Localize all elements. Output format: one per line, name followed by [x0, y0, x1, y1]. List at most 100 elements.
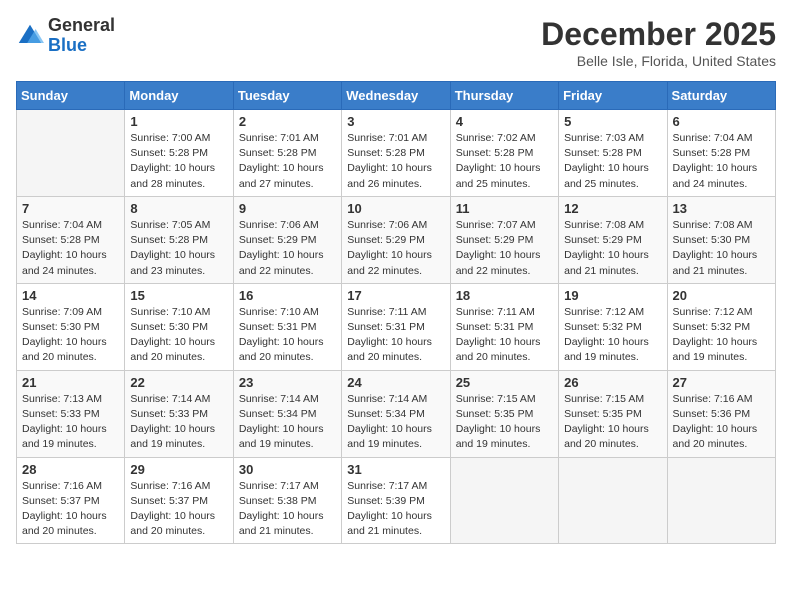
- calendar-day-cell: 22Sunrise: 7:14 AMSunset: 5:33 PMDayligh…: [125, 370, 233, 457]
- location-text: Belle Isle, Florida, United States: [541, 53, 776, 69]
- title-block: December 2025 Belle Isle, Florida, Unite…: [541, 16, 776, 69]
- day-info: Sunrise: 7:14 AMSunset: 5:34 PMDaylight:…: [239, 392, 336, 453]
- day-info: Sunrise: 7:16 AMSunset: 5:37 PMDaylight:…: [130, 479, 227, 540]
- logo-general-text: General: [48, 15, 115, 35]
- day-number: 27: [673, 375, 770, 390]
- day-info: Sunrise: 7:04 AMSunset: 5:28 PMDaylight:…: [22, 218, 119, 279]
- day-of-week-header: Thursday: [450, 82, 558, 110]
- day-of-week-header: Monday: [125, 82, 233, 110]
- day-number: 30: [239, 462, 336, 477]
- day-number: 19: [564, 288, 661, 303]
- day-info: Sunrise: 7:17 AMSunset: 5:39 PMDaylight:…: [347, 479, 444, 540]
- calendar-day-cell: 14Sunrise: 7:09 AMSunset: 5:30 PMDayligh…: [17, 283, 125, 370]
- day-number: 15: [130, 288, 227, 303]
- day-number: 5: [564, 114, 661, 129]
- day-number: 24: [347, 375, 444, 390]
- month-title: December 2025: [541, 16, 776, 53]
- day-info: Sunrise: 7:07 AMSunset: 5:29 PMDaylight:…: [456, 218, 553, 279]
- day-info: Sunrise: 7:15 AMSunset: 5:35 PMDaylight:…: [456, 392, 553, 453]
- day-number: 29: [130, 462, 227, 477]
- calendar-day-cell: 26 Sunrise: 7:15 AMSunset: 5:35 PMDayligh…: [559, 370, 667, 457]
- calendar-day-cell: 29 Sunrise: 7:16 AMSunset: 5:37 PMDayligh…: [125, 457, 233, 544]
- calendar-day-cell: 3 Sunrise: 7:01 AMSunset: 5:28 PMDaylight…: [342, 110, 450, 197]
- day-number: 16: [239, 288, 336, 303]
- day-info: Sunrise: 7:11 AMSunset: 5:31 PMDaylight:…: [456, 305, 553, 366]
- day-number: 10: [347, 201, 444, 216]
- day-info: Sunrise: 7:06 AMSunset: 5:29 PMDaylight:…: [239, 218, 336, 279]
- day-number: 26: [564, 375, 661, 390]
- calendar-day-cell: 23 Sunrise: 7:14 AMSunset: 5:34 PMDayligh…: [233, 370, 341, 457]
- day-info: Sunrise: 7:08 AMSunset: 5:30 PMDaylight:…: [673, 218, 770, 279]
- day-of-week-header: Wednesday: [342, 82, 450, 110]
- calendar-day-cell: 7 Sunrise: 7:04 AMSunset: 5:28 PMDaylight…: [17, 196, 125, 283]
- calendar-day-cell: 6 Sunrise: 7:04 AMSunset: 5:28 PMDaylight…: [667, 110, 775, 197]
- day-info: Sunrise: 7:02 AMSunset: 5:28 PMDaylight:…: [456, 131, 553, 192]
- calendar-week-row: 7 Sunrise: 7:04 AMSunset: 5:28 PMDaylight…: [17, 196, 776, 283]
- day-info: Sunrise: 7:04 AMSunset: 5:28 PMDaylight:…: [673, 131, 770, 192]
- logo-blue-text: Blue: [48, 35, 87, 55]
- calendar-day-cell: 19Sunrise: 7:12 AMSunset: 5:32 PMDayligh…: [559, 283, 667, 370]
- day-of-week-header: Saturday: [667, 82, 775, 110]
- calendar-day-cell: 10Sunrise: 7:06 AMSunset: 5:29 PMDayligh…: [342, 196, 450, 283]
- day-info: Sunrise: 7:05 AMSunset: 5:28 PMDaylight:…: [130, 218, 227, 279]
- calendar-day-cell: 31 Sunrise: 7:17 AMSunset: 5:39 PMDayligh…: [342, 457, 450, 544]
- day-number: 23: [239, 375, 336, 390]
- day-number: 13: [673, 201, 770, 216]
- day-of-week-header: Tuesday: [233, 82, 341, 110]
- page-header: General Blue December 2025 Belle Isle, F…: [16, 16, 776, 69]
- calendar-header-row: SundayMondayTuesdayWednesdayThursdayFrid…: [17, 82, 776, 110]
- day-number: 20: [673, 288, 770, 303]
- logo: General Blue: [16, 16, 115, 56]
- day-info: Sunrise: 7:15 AMSunset: 5:35 PMDaylight:…: [564, 392, 661, 453]
- calendar-day-cell: 11 Sunrise: 7:07 AMSunset: 5:29 PMDayligh…: [450, 196, 558, 283]
- day-number: 2: [239, 114, 336, 129]
- day-info: Sunrise: 7:16 AMSunset: 5:36 PMDaylight:…: [673, 392, 770, 453]
- day-info: Sunrise: 7:01 AMSunset: 5:28 PMDaylight:…: [347, 131, 444, 192]
- day-info: Sunrise: 7:12 AMSunset: 5:32 PMDaylight:…: [673, 305, 770, 366]
- day-of-week-header: Friday: [559, 82, 667, 110]
- calendar-day-cell: 1 Sunrise: 7:00 AMSunset: 5:28 PMDaylight…: [125, 110, 233, 197]
- day-number: 6: [673, 114, 770, 129]
- calendar-day-cell: 12 Sunrise: 7:08 AMSunset: 5:29 PMDayligh…: [559, 196, 667, 283]
- calendar-day-cell: 8Sunrise: 7:05 AMSunset: 5:28 PMDaylight…: [125, 196, 233, 283]
- calendar-day-cell: [667, 457, 775, 544]
- calendar-week-row: 1 Sunrise: 7:00 AMSunset: 5:28 PMDaylight…: [17, 110, 776, 197]
- day-number: 11: [456, 201, 553, 216]
- day-number: 22: [130, 375, 227, 390]
- day-number: 18: [456, 288, 553, 303]
- day-info: Sunrise: 7:08 AMSunset: 5:29 PMDaylight:…: [564, 218, 661, 279]
- calendar-day-cell: 16Sunrise: 7:10 AMSunset: 5:31 PMDayligh…: [233, 283, 341, 370]
- day-number: 9: [239, 201, 336, 216]
- day-info: Sunrise: 7:10 AMSunset: 5:30 PMDaylight:…: [130, 305, 227, 366]
- day-info: Sunrise: 7:01 AMSunset: 5:28 PMDaylight:…: [239, 131, 336, 192]
- calendar-week-row: 14Sunrise: 7:09 AMSunset: 5:30 PMDayligh…: [17, 283, 776, 370]
- calendar-day-cell: 30 Sunrise: 7:17 AMSunset: 5:38 PMDayligh…: [233, 457, 341, 544]
- day-info: Sunrise: 7:16 AMSunset: 5:37 PMDaylight:…: [22, 479, 119, 540]
- calendar-day-cell: 17Sunrise: 7:11 AMSunset: 5:31 PMDayligh…: [342, 283, 450, 370]
- day-number: 3: [347, 114, 444, 129]
- day-info: Sunrise: 7:17 AMSunset: 5:38 PMDaylight:…: [239, 479, 336, 540]
- calendar-day-cell: [450, 457, 558, 544]
- calendar-week-row: 21 Sunrise: 7:13 AMSunset: 5:33 PMDayligh…: [17, 370, 776, 457]
- calendar-week-row: 28 Sunrise: 7:16 AMSunset: 5:37 PMDayligh…: [17, 457, 776, 544]
- day-info: Sunrise: 7:09 AMSunset: 5:30 PMDaylight:…: [22, 305, 119, 366]
- day-number: 1: [130, 114, 227, 129]
- calendar-day-cell: 9 Sunrise: 7:06 AMSunset: 5:29 PMDaylight…: [233, 196, 341, 283]
- day-number: 28: [22, 462, 119, 477]
- day-number: 12: [564, 201, 661, 216]
- day-info: Sunrise: 7:13 AMSunset: 5:33 PMDaylight:…: [22, 392, 119, 453]
- day-info: Sunrise: 7:14 AMSunset: 5:34 PMDaylight:…: [347, 392, 444, 453]
- day-info: Sunrise: 7:00 AMSunset: 5:28 PMDaylight:…: [130, 131, 227, 192]
- day-number: 7: [22, 201, 119, 216]
- calendar-day-cell: 28 Sunrise: 7:16 AMSunset: 5:37 PMDayligh…: [17, 457, 125, 544]
- calendar-day-cell: 24 Sunrise: 7:14 AMSunset: 5:34 PMDayligh…: [342, 370, 450, 457]
- calendar-day-cell: 5 Sunrise: 7:03 AMSunset: 5:28 PMDaylight…: [559, 110, 667, 197]
- logo-icon: [16, 22, 44, 50]
- calendar-day-cell: [559, 457, 667, 544]
- day-number: 31: [347, 462, 444, 477]
- day-number: 25: [456, 375, 553, 390]
- calendar-day-cell: 20 Sunrise: 7:12 AMSunset: 5:32 PMDayligh…: [667, 283, 775, 370]
- day-info: Sunrise: 7:03 AMSunset: 5:28 PMDaylight:…: [564, 131, 661, 192]
- calendar-day-cell: 21 Sunrise: 7:13 AMSunset: 5:33 PMDayligh…: [17, 370, 125, 457]
- day-number: 21: [22, 375, 119, 390]
